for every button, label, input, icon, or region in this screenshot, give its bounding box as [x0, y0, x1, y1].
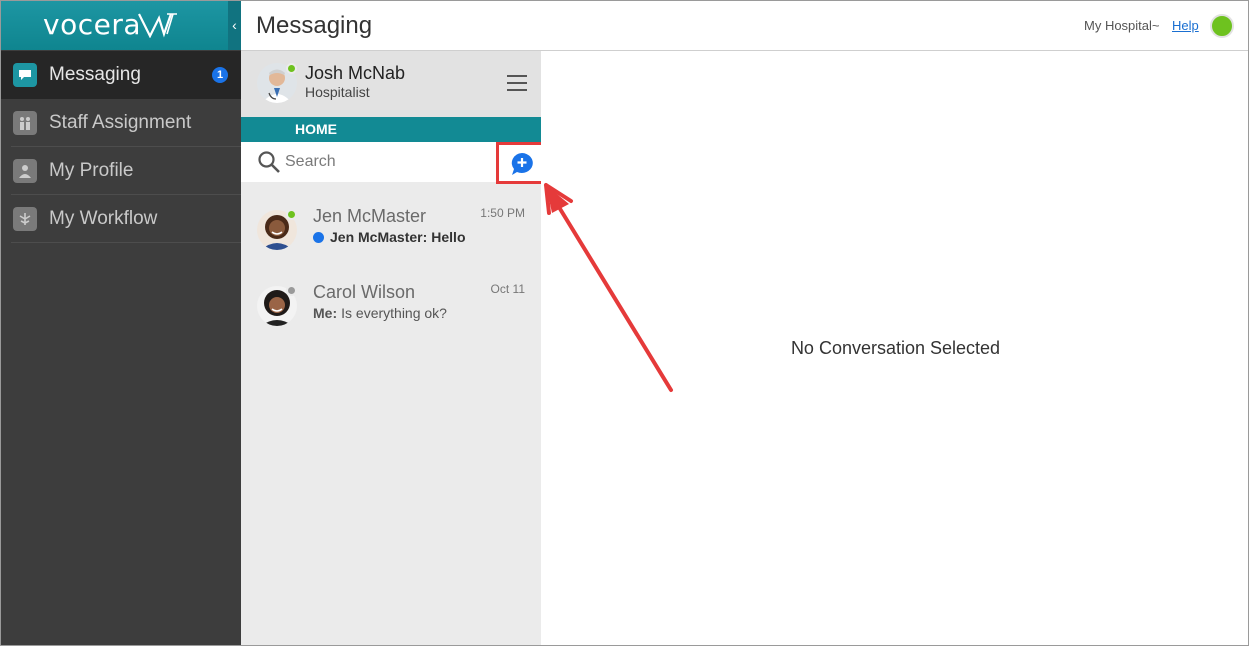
- left-nav: vocera ‹ Messaging 1 Staff Assignment My…: [1, 1, 241, 645]
- conversation-timestamp: 1:50 PM: [480, 206, 525, 220]
- message-preview: Jen McMaster: Hello: [313, 229, 466, 245]
- brand-header: vocera: [1, 1, 241, 50]
- preview-text: Is everything ok?: [341, 305, 447, 321]
- conversation-timestamp: Oct 11: [490, 282, 525, 296]
- divider: [11, 242, 241, 243]
- current-user-header: Josh McNab Hospitalist: [241, 51, 541, 117]
- conversation-item-jen-mcmaster[interactable]: Jen McMaster 1:50 PM Jen McMaster: Hello: [241, 191, 541, 267]
- new-message-icon: [511, 153, 533, 175]
- conversation-panel: Josh McNab Hospitalist HOME Search Jen M…: [241, 51, 544, 645]
- nav-label: Messaging: [49, 64, 141, 85]
- search-bar: [241, 142, 544, 184]
- contact-name: Carol Wilson: [313, 282, 416, 302]
- nav-label: Staff Assignment: [49, 112, 192, 133]
- conversation-view: No Conversation Selected: [541, 51, 1248, 645]
- person-icon: [13, 159, 37, 183]
- presence-indicator: [286, 63, 297, 74]
- search-input[interactable]: [285, 150, 485, 174]
- vocera-logo-mark-icon: [138, 13, 177, 38]
- contact-name: Jen McMaster: [313, 206, 427, 226]
- nav-item-staff-assignment[interactable]: Staff Assignment: [1, 99, 241, 147]
- empty-state-text: No Conversation Selected: [790, 338, 1001, 358]
- people-icon: [13, 111, 37, 135]
- nav-item-my-workflow[interactable]: My Workflow: [1, 195, 241, 243]
- top-header: Messaging My Hospital~ Help: [241, 1, 1248, 51]
- nav-label: My Workflow: [49, 208, 158, 229]
- new-message-button[interactable]: [496, 142, 544, 184]
- hospital-selector[interactable]: My Hospital~: [1084, 18, 1160, 33]
- vocera-logo: vocera: [43, 8, 141, 41]
- availability-status-indicator[interactable]: [1210, 14, 1234, 38]
- nav-item-my-profile[interactable]: My Profile: [1, 147, 241, 195]
- message-preview: Me: Is everything ok?: [313, 305, 447, 321]
- nav-label: My Profile: [49, 160, 134, 181]
- nav-item-messaging[interactable]: Messaging 1: [1, 51, 241, 99]
- search-icon: [258, 151, 280, 173]
- workflow-icon: [13, 207, 37, 231]
- chat-icon: [13, 63, 37, 87]
- help-link[interactable]: Help: [1172, 18, 1199, 33]
- preview-text: Hello: [431, 229, 466, 245]
- user-role: Hospitalist: [305, 84, 370, 100]
- hamburger-menu-icon[interactable]: [507, 75, 527, 91]
- home-tab[interactable]: HOME: [241, 117, 541, 142]
- presence-indicator: [286, 209, 297, 220]
- preview-sender: Jen McMaster:: [330, 229, 428, 245]
- collapse-nav-button[interactable]: ‹: [228, 1, 241, 50]
- user-name: Josh McNab: [305, 63, 406, 83]
- conversation-item-carol-wilson[interactable]: Carol Wilson Oct 11 Me: Is everything ok…: [241, 267, 541, 343]
- presence-indicator: [286, 285, 297, 296]
- app-window: vocera ‹ Messaging 1 Staff Assignment My…: [0, 0, 1249, 646]
- preview-sender: Me:: [313, 305, 338, 321]
- page-title: Messaging: [256, 12, 373, 39]
- unread-badge: 1: [212, 67, 228, 83]
- unread-indicator: [313, 231, 324, 243]
